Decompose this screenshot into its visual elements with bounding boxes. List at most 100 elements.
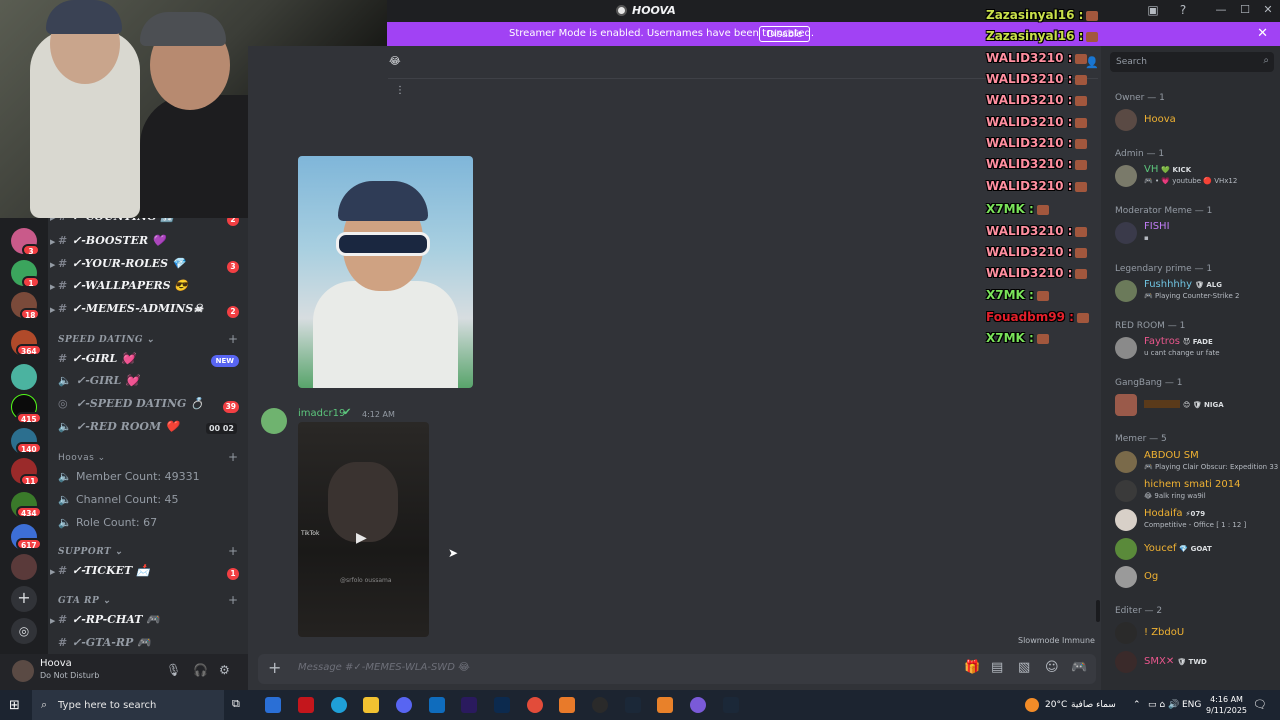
close-banner-icon[interactable]: ✕ [1257,26,1268,41]
member-item[interactable]: Og [1115,564,1275,590]
chevron-right-icon: ▶ [50,616,56,625]
video-attachment[interactable]: TikTok ▶ @srfolo oussama [298,422,429,637]
task-view-icon[interactable]: ⧉ [232,697,248,713]
scrollbar[interactable] [1096,600,1100,622]
help-icon[interactable]: ? [1175,3,1191,19]
avatar[interactable] [12,660,34,682]
add-attachment-icon[interactable]: + [268,658,281,677]
gift-icon[interactable]: 🎁 [964,660,980,675]
discover-icon[interactable]: ◎ [11,618,37,644]
headphones-icon[interactable]: 🎧 [193,663,208,677]
discord-taskbar-icon[interactable] [396,697,412,713]
emoji-picker-icon[interactable]: ☺ [1045,660,1059,675]
create-channel-icon[interactable]: + [228,544,238,558]
member-item[interactable]: Hodaifa ⚡079 Competitive - Office [ 1 : 1… [1115,507,1275,533]
member-name: 😊 🛡 NIGA [1144,399,1224,410]
notifications-icon[interactable]: 🗨 [1253,698,1267,711]
activities-icon[interactable]: 🎮 [1071,660,1087,675]
app-icon[interactable] [690,697,706,713]
image-attachment[interactable] [298,156,473,388]
taskbar-search[interactable]: ⌕ Type here to search [32,690,224,720]
channel-ticket[interactable]: ▶ # ✓-TICKET 📩 1 [50,564,243,584]
member-item[interactable]: FISHI ▪ [1115,220,1275,246]
maximize-button[interactable]: ☐ [1237,3,1253,19]
category-speed-dating[interactable]: SPEED DATING ⌄ [58,335,155,345]
member-item[interactable]: ! ZbdoU [1115,620,1275,646]
obs-icon[interactable] [592,697,608,713]
member-activity: ▪ [1144,234,1149,242]
member-item[interactable]: Fushhhhy 🛡 ALG 🎮 Playing Counter-Strike 2 [1115,278,1275,304]
server-icon[interactable] [11,554,37,580]
close-window-button[interactable]: ✕ [1260,3,1276,19]
gif-icon[interactable]: ▤ [991,660,1003,675]
member-item[interactable]: VH 💚 KICK 🎮 • 💗 youtube 🔴 VHx12 [1115,163,1275,189]
clock[interactable]: 4:16 AM 9/11/2025 [1206,694,1247,716]
weather-icon [1025,698,1039,712]
category-hoovas[interactable]: Hoovas ⌄ [58,453,106,463]
adobe-icon[interactable] [298,697,314,713]
channel-speed-dating[interactable]: ◎ ✓-SPEED DATING 💍 39 [58,397,243,417]
chrome-icon[interactable] [527,697,543,713]
channel-girl-voice[interactable]: 🔈 ✓-GIRL 💓 [58,374,243,394]
member-tag: 💚 KICK [1161,166,1192,174]
member-item[interactable]: Youcef 💎 GOAT [1115,536,1275,562]
inbox-icon[interactable]: ▣ [1145,3,1161,19]
steam-icon[interactable] [723,697,739,713]
member-item[interactable]: ABDOU SM 🎮 Playing Clair Obscur: Expedit… [1115,449,1278,475]
search-input[interactable]: Search ⌕ [1110,52,1274,72]
app-icon[interactable] [559,697,575,713]
stat-member-count[interactable]: 🔈 Member Count: 49331 [58,470,200,483]
steam-icon[interactable] [625,697,641,713]
channel-booster[interactable]: ▶ # ✓-BOOSTER 💜 [50,234,243,254]
photoshop-icon[interactable] [494,697,510,713]
disable-streamer-mode-button[interactable]: Disable [759,26,811,42]
channel-rp-chat[interactable]: ▶ # ✓-RP-CHAT 🎮 [50,613,243,633]
avatar[interactable] [261,408,287,434]
member-item[interactable]: hichem smati 2014 😂 9alk ring wa9il [1115,478,1275,504]
play-icon[interactable]: ▶ [356,530,367,546]
file-explorer-icon[interactable] [363,697,379,713]
add-server-icon[interactable]: + [11,586,37,612]
message-input[interactable]: Message #✓-MEMES-WLA-SWD 😂 [298,662,470,673]
channel-wallpapers[interactable]: ▶ # ✓-WALLPAPERS 😎 [50,279,243,299]
emote-icon [1036,290,1049,301]
settings-gear-icon[interactable]: ⚙ [219,663,230,677]
channel-your-roles[interactable]: ▶ # ✓-YOUR-ROLES 💎 3 [50,257,243,277]
hash-icon: # [58,234,68,247]
member-item[interactable]: SMX✕ 🛡 TWD [1115,649,1275,675]
language-indicator[interactable]: ENG [1182,700,1201,710]
channel-gta-rp[interactable]: # ✓-GTA-RP 🎮 [58,636,243,656]
member-item[interactable]: Hoova [1115,107,1275,133]
channel-red-room[interactable]: 🔈 ✓-RED ROOM ❤️ 00 02 [58,420,243,440]
windows-start-icon[interactable]: ⊞ [9,698,20,713]
stream-chat-line: WALID3210 : [986,224,1088,238]
edge-icon[interactable] [331,697,347,713]
tray-icons[interactable]: ▭ ⌂ 🔊 [1148,700,1179,710]
category-gta-rp[interactable]: GTA RP ⌄ [58,596,111,606]
stat-channel-count[interactable]: 🔈 Channel Count: 45 [58,493,179,506]
channel-girl[interactable]: # ✓-GIRL 💓 NEW [58,352,243,372]
create-channel-icon[interactable]: + [228,332,238,346]
stat-role-count[interactable]: 🔈 Role Count: 67 [58,516,157,529]
create-channel-icon[interactable]: + [228,450,238,464]
category-support[interactable]: SUPPORT ⌄ [58,547,123,557]
outlook-icon[interactable] [429,697,445,713]
server-icon[interactable] [11,364,37,390]
member-item[interactable]: Faytros 😈 FADE u cant change ur fate [1115,335,1275,361]
create-channel-icon[interactable]: + [228,593,238,607]
mention-badge: 2 [227,306,239,318]
store-icon[interactable] [265,697,281,713]
more-options-icon[interactable]: ⋮ [395,85,405,96]
premiere-icon[interactable] [461,697,477,713]
member-item[interactable]: 😊 🛡 NIGA [1115,392,1275,418]
mention-badge: 3 [227,261,239,273]
minimize-button[interactable]: — [1213,3,1229,19]
tray-chevron-icon[interactable]: ⌃ [1133,700,1141,710]
photo-shirt [313,281,458,388]
emote-icon [1075,226,1088,237]
microphone-icon[interactable]: 🎙 [166,663,181,677]
channel-memes-admins[interactable]: ▶ # ✓-MEMES-ADMINS☠ 2 [50,302,243,322]
sticker-icon[interactable]: ▧ [1018,660,1030,675]
app-icon[interactable] [657,697,673,713]
message-author[interactable]: imadcr19 [298,408,345,419]
